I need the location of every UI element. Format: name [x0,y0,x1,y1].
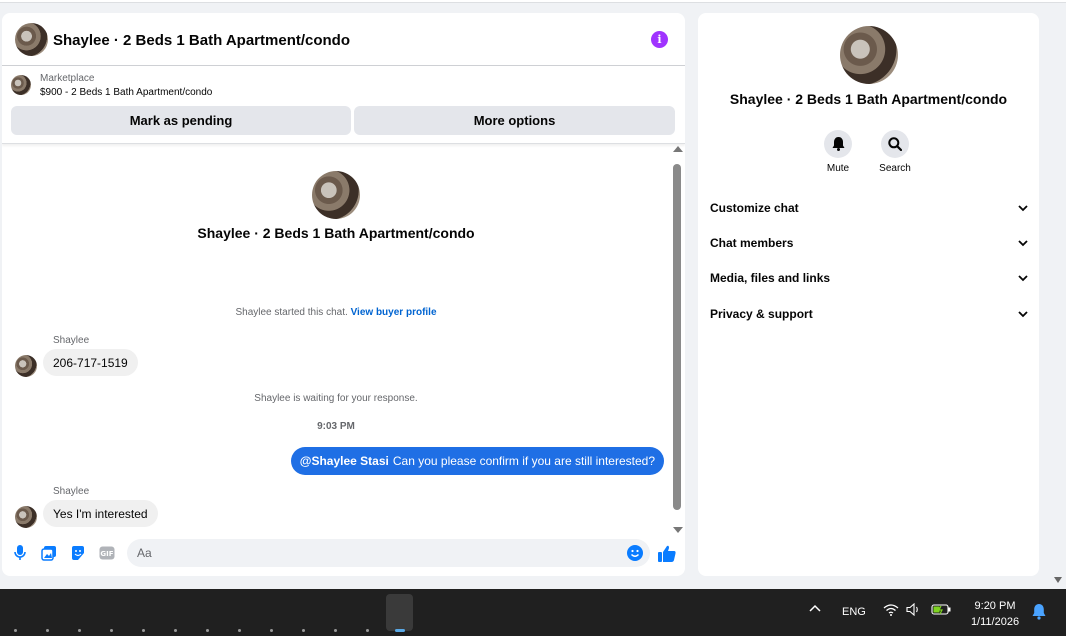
mute-action[interactable]: Mute [813,130,863,174]
taskbar-app-indicator[interactable] [46,629,49,632]
search-label: Search [879,163,911,174]
taskbar-app-indicator[interactable] [302,629,305,632]
chat-panel: Shaylee · 2 Beds 1 Bath Apartment/condo … [2,13,685,576]
chevron-down-icon [1018,204,1028,211]
battery-icon[interactable] [931,603,952,619]
outgoing-message[interactable]: @Shaylee Stasi Can you please confirm if… [290,447,664,475]
search-action[interactable]: Search [870,130,920,174]
intro-avatar[interactable] [312,171,360,219]
browser-top-edge [0,0,1066,3]
section-label: Media, files and links [710,271,831,285]
search-icon[interactable] [881,130,909,158]
incoming-message[interactable]: Yes I'm interested [43,500,158,527]
svg-text:GIF: GIF [100,550,113,558]
bell-icon[interactable] [824,130,852,158]
volume-icon[interactable] [906,602,922,619]
listing-thumbnail[interactable] [11,75,31,95]
taskbar-app-indicator[interactable] [334,629,337,632]
taskbar-app-indicator[interactable] [238,629,241,632]
message-input-box[interactable] [127,539,650,567]
wifi-icon[interactable] [883,603,899,619]
section-customize-chat[interactable]: Customize chat [710,193,1028,223]
listing-title[interactable]: $900 - 2 Beds 1 Bath Apartment/condo [40,87,212,98]
photo-icon[interactable] [40,544,58,562]
scroll-thumb[interactable] [673,164,681,510]
section-chat-members[interactable]: Chat members [710,228,1028,258]
more-options-button[interactable]: More options [354,106,675,135]
profile-avatar[interactable] [840,26,898,84]
sender-name: Shaylee [53,486,90,497]
waiting-note: Shaylee is waiting for your response. [254,393,418,404]
chat-started-note: Shaylee started this chat. View buyer pr… [2,307,670,318]
gif-icon[interactable]: GIF [98,544,116,562]
active-app-indicator [395,629,405,632]
taskbar: ENG 9:20 PM 1/11/2026 [0,589,1066,636]
info-title: Shaylee · 2 Beds 1 Bath Apartment/condo [729,91,1008,107]
marketplace-bar: Marketplace $900 - 2 Beds 1 Bath Apartme… [2,67,685,144]
marketplace-label: Marketplace [40,73,95,84]
taskbar-app-indicator[interactable] [110,629,113,632]
taskbar-app-indicator[interactable] [366,629,369,632]
sender-avatar[interactable] [15,506,37,528]
started-text: Shaylee started this chat. [235,307,348,318]
message-composer: GIF [2,534,685,576]
chat-title[interactable]: Shaylee · 2 Beds 1 Bath Apartment/condo [53,32,350,49]
sender-avatar[interactable] [15,355,37,377]
section-media-files-links[interactable]: Media, files and links [710,263,1028,293]
chat-avatar[interactable] [15,23,48,56]
taskbar-app-indicator[interactable] [174,629,177,632]
chat-header: Shaylee · 2 Beds 1 Bath Apartment/condo … [2,13,685,66]
chevron-down-icon [1018,274,1028,281]
language-indicator[interactable]: ENG [842,606,866,618]
message-scrollbar[interactable] [670,144,685,534]
taskbar-active-app[interactable] [386,594,413,631]
outgoing-text: Can you please confirm if you are still … [392,454,655,468]
taskbar-clock[interactable]: 9:20 PM 1/11/2026 [960,598,1030,630]
chat-info-panel: Shaylee · 2 Beds 1 Bath Apartment/condo … [698,13,1039,576]
info-icon[interactable]: i [651,31,668,48]
clock-time: 9:20 PM [974,600,1016,612]
scroll-down-arrow-icon[interactable] [673,527,683,533]
page-scroll-down-arrow-icon[interactable] [1054,577,1062,583]
thumbs-up-icon[interactable] [658,544,676,562]
chevron-down-icon [1018,310,1028,317]
microphone-icon[interactable] [11,544,29,562]
message-input[interactable] [137,539,617,567]
mute-label: Mute [826,163,850,174]
chevron-up-icon[interactable] [809,603,821,615]
taskbar-app-indicator[interactable] [142,629,145,632]
notification-bell-icon[interactable] [1031,603,1047,623]
section-label: Customize chat [710,201,799,215]
section-label: Privacy & support [710,307,813,321]
section-label: Chat members [710,236,794,250]
scroll-up-arrow-icon[interactable] [673,146,683,152]
intro-title: Shaylee · 2 Beds 1 Bath Apartment/condo [197,225,475,241]
taskbar-app-indicator[interactable] [78,629,81,632]
clock-date: 1/11/2026 [970,616,1020,628]
mark-as-pending-button[interactable]: Mark as pending [11,106,351,135]
sticker-icon[interactable] [69,544,87,562]
taskbar-app-indicator[interactable] [14,629,17,632]
taskbar-app-indicator[interactable] [206,629,209,632]
view-buyer-profile-link[interactable]: View buyer profile [351,307,437,318]
emoji-icon[interactable] [627,545,643,561]
chevron-down-icon [1018,239,1028,246]
section-privacy-support[interactable]: Privacy & support [710,299,1028,329]
message-list: Shaylee · 2 Beds 1 Bath Apartment/condo … [2,144,670,534]
sender-name: Shaylee [53,335,90,346]
incoming-message[interactable]: 206-717-1519 [43,349,138,376]
mention[interactable]: @Shaylee Stasi [300,454,389,468]
message-timestamp: 9:03 PM [317,421,355,432]
taskbar-app-indicator[interactable] [270,629,273,632]
